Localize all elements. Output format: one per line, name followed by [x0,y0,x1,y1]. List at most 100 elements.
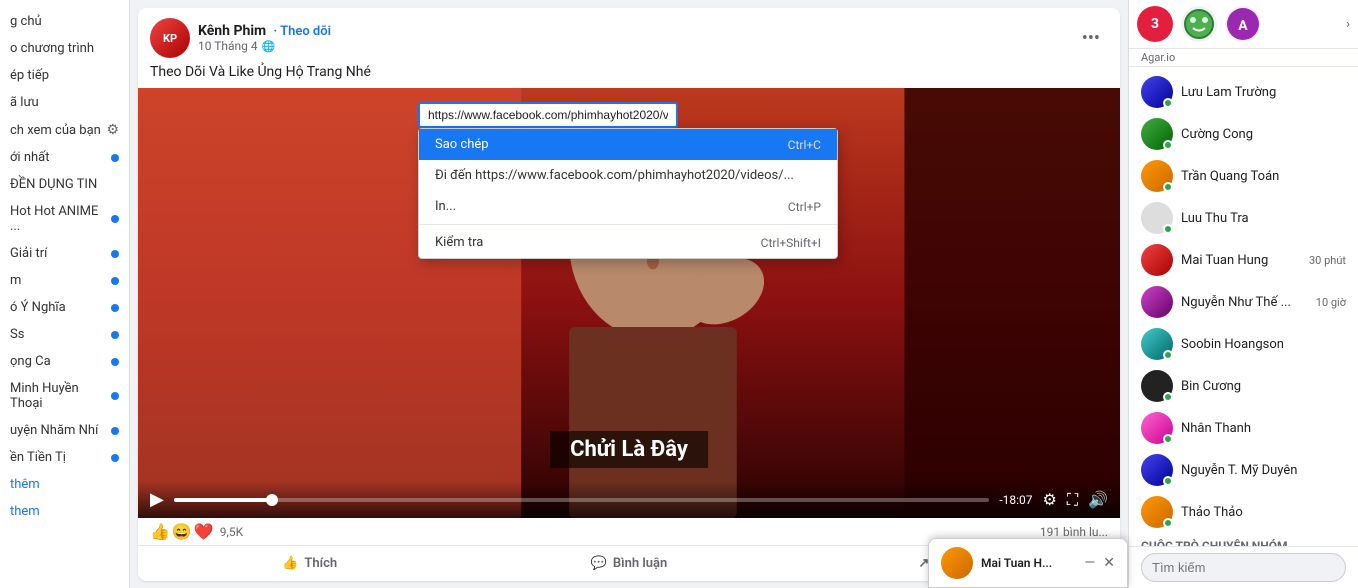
friend-name: Mai Tuan Hung [1181,253,1301,268]
friend-avatar [1141,118,1173,150]
video-controls: ▶ -18:07 ⚙ ⛶ 🔊 [138,481,1120,518]
sidebar-m-label: m [10,273,111,288]
post-channel-name[interactable]: Kênh Phim [198,23,266,39]
context-menu-item-print[interactable]: In... Ctrl+P [419,191,837,222]
settings-button[interactable]: ⚙ [1043,490,1057,509]
url-input[interactable] [418,102,678,128]
friends-section: Lưu Lam Trường Cường Cong Trần Quang Toá… [1129,67,1358,546]
sidebar-moinhat-label: ới nhất [10,150,111,165]
friend-avatar [1141,244,1173,276]
anime-dot [111,215,119,223]
group-section-title: CUỘC TRÒ CHUYỆN NHÓM [1129,533,1358,546]
app-badge-agario[interactable] [1181,6,1217,42]
like-emoji: 👍 [150,522,170,541]
video-container[interactable]: Sao chép Ctrl+C Đi đến https://www.faceb… [138,88,1120,518]
sidebar-item-luu[interactable]: ã lưu [0,89,129,116]
haha-emoji: 😄 [172,522,192,541]
context-menu-item-inspect[interactable]: Kiểm tra Ctrl+Shift+I [419,227,837,258]
sidebar-vongca-label: ọng Ca [10,354,111,369]
friend-item[interactable]: Mai Tuan Hung 30 phút [1129,239,1358,281]
ttj-dot [111,454,119,462]
friend-time: 30 phút [1309,254,1346,267]
apps-nav-arrow[interactable]: › [1346,17,1350,32]
settings-icon[interactable]: ⚙ [106,122,119,138]
friend-name: Cường Cong [1181,127,1346,142]
progress-handle[interactable] [266,494,278,506]
top-apps-row: 3 A › [1129,0,1358,49]
post-more-button[interactable]: ••• [1074,24,1108,53]
app-badge-count[interactable]: 3 [1137,6,1173,42]
sidebar-item-home[interactable]: g chủ [0,8,129,35]
friend-avatar [1141,202,1173,234]
like-button[interactable]: 👍 Thích [150,548,469,579]
reaction-emojis: 👍 😄 ❤️ 9,5K [150,522,243,541]
sidebar-item-tientientij[interactable]: ền Tiền Tị [0,444,129,471]
sidebar-ttj-label: ền Tiền Tị [10,450,111,465]
online-indicator [1163,140,1173,150]
friend-item[interactable]: Lưu Lam Trường [1129,71,1358,113]
sidebar-item-m[interactable]: m [0,267,129,294]
friend-name: Thảo Thảo [1181,505,1346,520]
count-badge: 3 [1137,6,1173,42]
online-indicator [1163,224,1173,234]
sidebar-ct-label: o chương trình [10,41,119,56]
notif-close-button[interactable]: ✕ [1103,555,1115,571]
post-follow-button[interactable]: · Theo dõi [273,24,331,39]
copy-shortcut: Ctrl+C [788,138,821,152]
friend-item[interactable]: Nhân Thanh [1129,407,1358,449]
sidebar-item-dungtin[interactable]: ĐỀN DỤNG TIN [0,171,129,198]
main-content: KP Kênh Phim · Theo dõi 10 Tháng 4 🌐 •••… [130,0,1128,588]
friend-avatar [1141,454,1173,486]
like-icon: 👍 [282,556,298,571]
friend-name: Nguyễn Như Thế ... [1181,295,1308,310]
online-indicator [1163,350,1173,360]
sidebar-them-label[interactable]: them [0,498,129,525]
messenger-search-input[interactable] [1141,553,1346,582]
friend-avatar [1141,496,1173,528]
friend-avatar [1141,76,1173,108]
reaction-count: 9,5K [220,525,243,539]
comment-button[interactable]: 💬 Bình luận [469,548,788,579]
fullscreen-button[interactable]: ⛶ [1067,490,1078,510]
post-body-text: Theo Dõi Và Like Ủng Hộ Trang Nhé [138,64,1120,88]
friend-name: Trần Quang Toán [1181,169,1346,184]
friend-item[interactable]: Thảo Thảo [1129,491,1358,533]
app-badge-extra[interactable]: A [1225,6,1261,42]
sidebar-item-chuongtrinh[interactable]: o chương trình [0,35,129,62]
sidebar-item-giaitri[interactable]: Giải trí [0,240,129,267]
friend-item[interactable]: Cường Cong [1129,113,1358,155]
online-indicator [1163,518,1173,528]
sidebar-item-vongca[interactable]: ọng Ca [0,348,129,375]
friend-avatar [1141,370,1173,402]
sidebar-item-ynghia[interactable]: ó Ý Nghĩa [0,294,129,321]
friend-item[interactable]: Nguyễn T. Mỹ Duyên [1129,449,1358,491]
sidebar-item-moinhat[interactable]: ới nhất [0,144,129,171]
sidebar-item-minhhuyenthoai[interactable]: Minh Huyền Thoại [0,375,129,417]
context-menu-item-goto[interactable]: Đi đến https://www.facebook.com/phimhayh… [419,160,837,191]
sidebar-item-anime[interactable]: Hot Hot ANIME ... [0,198,129,240]
play-button[interactable]: ▶ [150,489,164,510]
friend-item[interactable]: Trần Quang Toán [1129,155,1358,197]
friend-avatar [1141,328,1173,360]
volume-button[interactable]: 🔊 [1088,490,1108,509]
notif-minimize-button[interactable]: — [1084,555,1095,571]
friend-item[interactable]: Luu Thu Tra [1129,197,1358,239]
sidebar-item-nhamchi[interactable]: uyện Nhăm Nhí [0,417,129,444]
comment-icon: 💬 [591,556,607,571]
mht-dot [111,392,119,400]
friend-time: 10 giờ [1316,296,1346,309]
progress-bar[interactable] [174,498,989,502]
sidebar-xem-label: ch xem của bạn [10,123,106,138]
love-emoji: ❤️ [194,522,214,541]
online-indicator [1163,182,1173,192]
sidebar-item-ss[interactable]: Ss [0,321,129,348]
friend-avatar [1141,160,1173,192]
sidebar-item-xem[interactable]: ch xem của bạn ⚙ [0,116,129,144]
sidebar-item-tiep[interactable]: ép tiếp [0,62,129,89]
context-menu-item-copy[interactable]: Sao chép Ctrl+C [419,129,837,160]
sidebar-add-more[interactable]: thêm [0,471,129,498]
friend-item[interactable]: Soobin Hoangson [1129,323,1358,365]
friend-name: Soobin Hoangson [1181,337,1346,352]
friend-item[interactable]: Bin Cương [1129,365,1358,407]
friend-item[interactable]: Nguyễn Như Thế ... 10 giờ [1129,281,1358,323]
